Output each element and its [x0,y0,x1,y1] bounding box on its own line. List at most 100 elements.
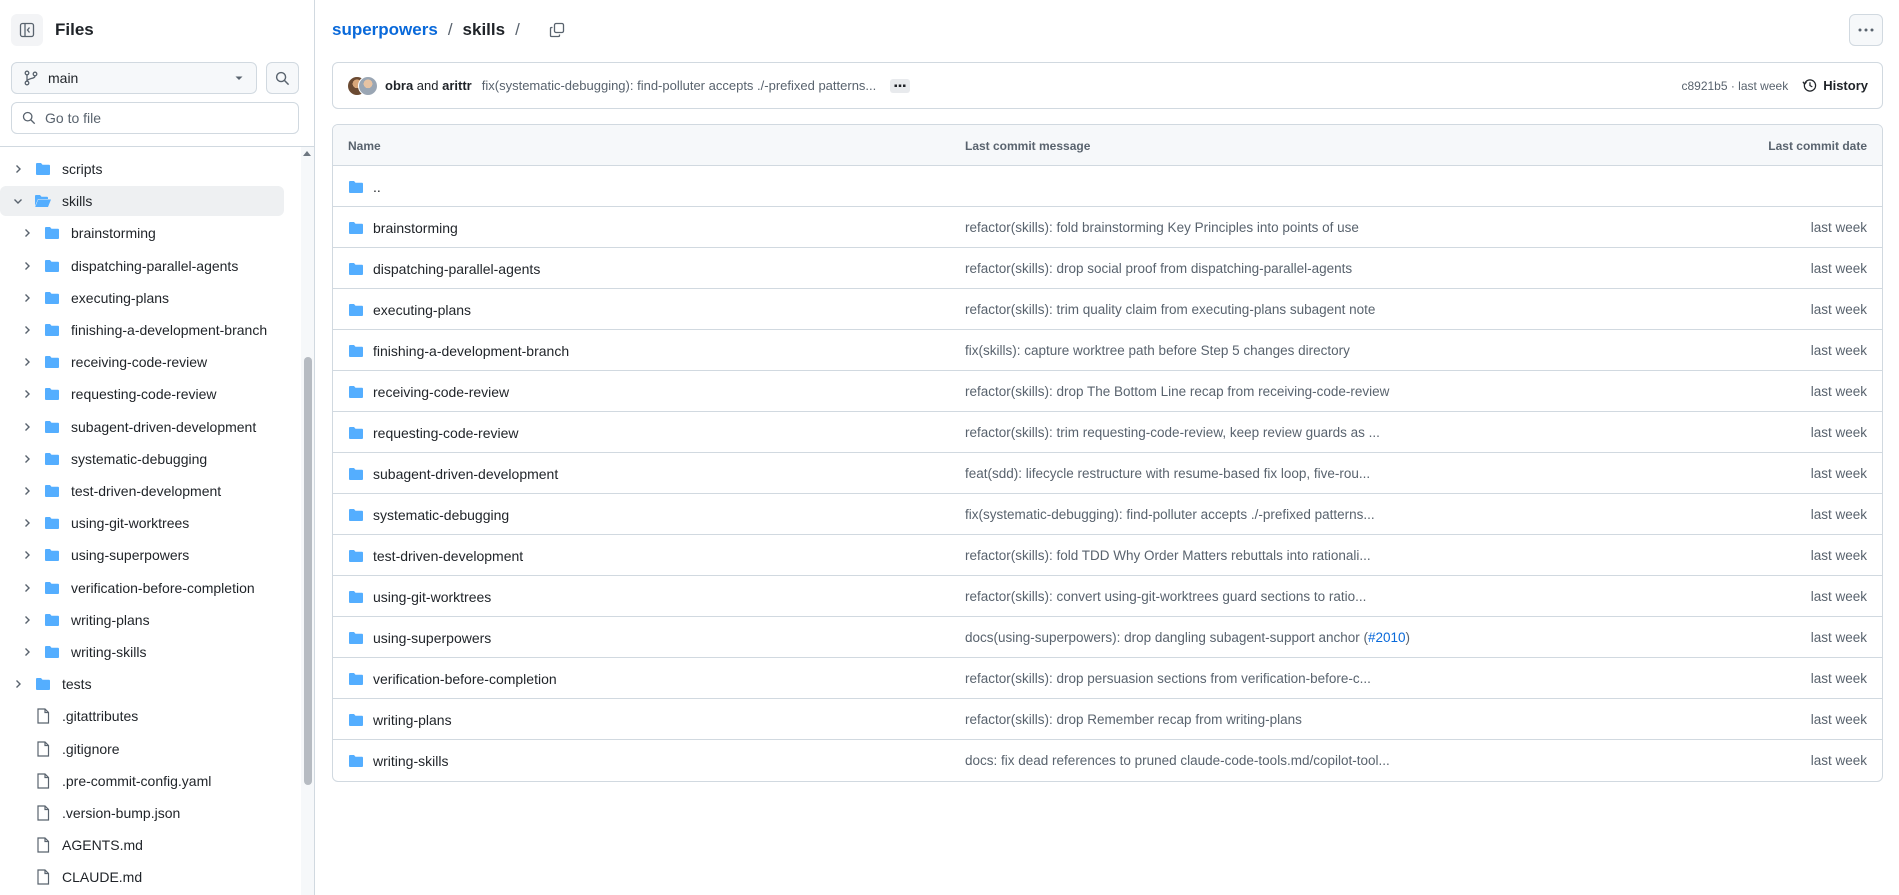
table-row[interactable]: receiving-code-review refactor(skills): d… [333,371,1882,412]
commit-message-link[interactable]: refactor(skills): drop persuasion sectio… [965,658,1371,699]
table-row[interactable]: using-superpowers docs(using-superpowers)… [333,617,1882,658]
commit-message-text[interactable]: refactor(skills): trim requesting-code-r… [965,425,1380,440]
commit-message-link[interactable]: refactor(skills): fold TDD Why Order Mat… [965,535,1371,576]
folder-entry[interactable]: writing-skills [348,740,448,781]
folder-entry[interactable]: test-driven-development [348,535,523,576]
table-row[interactable]: writing-plans refactor(skills): drop Reme… [333,699,1882,740]
commit-message-link[interactable]: fix(systematic-debugging): find-polluter… [965,494,1375,535]
chevron-right-icon[interactable] [19,419,35,435]
collapse-sidebar-button[interactable] [11,14,43,46]
tree-folder-item[interactable]: receiving-code-review [0,347,284,377]
folder-entry[interactable]: finishing-a-development-branch [348,330,569,371]
commit-message-link[interactable]: refactor(skills): drop Remember recap fr… [965,699,1302,740]
folder-name-link[interactable]: writing-skills [373,753,448,769]
commit-message-link[interactable]: fix(systematic-debugging): find-polluter… [482,78,877,93]
tree-folder-item[interactable]: dispatching-parallel-agents [0,251,284,281]
commit-message-link[interactable]: refactor(skills): drop social proof from… [965,248,1352,289]
folder-name-link[interactable]: systematic-debugging [373,507,509,523]
folder-name-link[interactable]: dispatching-parallel-agents [373,261,540,277]
chevron-right-icon[interactable] [19,580,35,596]
folder-entry[interactable]: writing-plans [348,699,452,740]
folder-name-link[interactable]: brainstorming [373,220,458,236]
tree-file-item[interactable]: CLAUDE.md [0,862,284,892]
folder-name-link[interactable]: using-git-worktrees [373,589,491,605]
commit-message-text[interactable]: docs(using-superpowers): drop dangling s… [965,630,1368,645]
commit-message-link[interactable]: feat(sdd): lifecycle restructure with re… [965,453,1370,494]
folder-entry[interactable]: using-superpowers [348,617,491,658]
commit-message-link[interactable]: refactor(skills): convert using-git-work… [965,576,1366,617]
chevron-right-icon[interactable] [19,644,35,660]
commit-message-text[interactable]: refactor(skills): drop persuasion sectio… [965,671,1371,686]
folder-entry[interactable]: systematic-debugging [348,494,509,535]
avatar[interactable] [358,75,378,96]
tree-file-item[interactable]: .version-bump.json [0,798,284,828]
commit-message-text[interactable]: refactor(skills): convert using-git-work… [965,589,1366,604]
author-link[interactable]: obra [385,78,413,93]
go-to-file-field[interactable] [11,102,299,134]
chevron-right-icon[interactable] [19,612,35,628]
tree-folder-item[interactable]: tests [0,669,284,699]
tree-scrollbar[interactable] [301,147,314,895]
folder-entry[interactable]: using-git-worktrees [348,576,491,617]
search-files-button[interactable] [266,62,299,94]
commit-message-text[interactable]: fix(systematic-debugging): find-polluter… [965,507,1375,522]
chevron-right-icon[interactable] [19,258,35,274]
table-row[interactable]: test-driven-development refactor(skills):… [333,535,1882,576]
chevron-down-icon[interactable] [10,193,26,209]
folder-name-link[interactable]: finishing-a-development-branch [373,343,569,359]
chevron-right-icon[interactable] [19,354,35,370]
scroll-up-arrow[interactable] [303,151,311,156]
parent-directory-row[interactable]: .. [333,166,1882,207]
tree-folder-item[interactable]: writing-skills [0,637,284,667]
tree-file-item[interactable]: .gitignore [0,734,284,764]
chevron-right-icon[interactable] [19,451,35,467]
pull-request-link[interactable]: #2010 [1368,630,1406,645]
folder-entry[interactable]: .. [348,166,381,207]
folder-name-link[interactable]: using-superpowers [373,630,491,646]
commit-message-text[interactable]: refactor(skills): drop Remember recap fr… [965,712,1302,727]
table-row[interactable]: using-git-worktrees refactor(skills): con… [333,576,1882,617]
chevron-right-icon[interactable] [19,322,35,338]
commit-message-link[interactable]: refactor(skills): trim quality claim fro… [965,289,1375,330]
commit-message-link[interactable]: refactor(skills): drop The Bottom Line r… [965,371,1389,412]
folder-name-link[interactable]: .. [373,179,381,195]
folder-entry[interactable]: requesting-code-review [348,412,519,453]
breadcrumb-repo-link[interactable]: superpowers [332,20,438,40]
chevron-right-icon[interactable] [19,225,35,241]
tree-file-item[interactable]: .gitattributes [0,701,284,731]
chevron-right-icon[interactable] [19,515,35,531]
tree-folder-item[interactable]: systematic-debugging [0,444,284,474]
tree-file-item[interactable]: .pre-commit-config.yaml [0,766,284,796]
tree-folder-item[interactable]: skills [0,186,284,217]
tree-folder-item[interactable]: subagent-driven-development [0,412,284,442]
expand-commit-message-button[interactable] [890,78,911,93]
commit-message-link[interactable]: refactor(skills): fold brainstorming Key… [965,207,1359,248]
table-row[interactable]: writing-skills docs: fix dead references … [333,740,1882,781]
table-row[interactable]: finishing-a-development-branch fix(skills… [333,330,1882,371]
commit-message-text[interactable]: docs: fix dead references to pruned clau… [965,753,1390,768]
commit-message-text[interactable]: fix(skills): capture worktree path befor… [965,343,1350,358]
chevron-right-icon[interactable] [19,483,35,499]
commit-message-text[interactable]: refactor(skills): trim quality claim fro… [965,302,1375,317]
table-row[interactable]: verification-before-completion refactor(s… [333,658,1882,699]
folder-name-link[interactable]: requesting-code-review [373,425,519,441]
commit-message-text[interactable]: refactor(skills): fold TDD Why Order Mat… [965,548,1371,563]
table-row[interactable]: subagent-driven-development feat(sdd): li… [333,453,1882,494]
commit-message-link[interactable]: refactor(skills): trim requesting-code-r… [965,412,1380,453]
folder-name-link[interactable]: verification-before-completion [373,671,557,687]
commit-message-link[interactable]: docs(using-superpowers): drop dangling s… [965,617,1410,658]
folder-name-link[interactable]: test-driven-development [373,548,523,564]
chevron-right-icon[interactable] [10,676,26,692]
author-avatars[interactable] [347,75,378,97]
history-button[interactable]: History [1802,78,1868,93]
folder-name-link[interactable]: subagent-driven-development [373,466,558,482]
commit-message-link[interactable]: fix(skills): capture worktree path befor… [965,330,1350,371]
branch-selector[interactable]: main [11,62,257,94]
tree-folder-item[interactable]: verification-before-completion [0,573,284,603]
folder-name-link[interactable]: writing-plans [373,712,452,728]
author-link[interactable]: arittr [442,78,472,93]
folder-name-link[interactable]: executing-plans [373,302,471,318]
commit-message-text[interactable]: ) [1406,630,1411,645]
table-row[interactable]: executing-plans refactor(skills): trim qu… [333,289,1882,330]
chevron-right-icon[interactable] [19,290,35,306]
